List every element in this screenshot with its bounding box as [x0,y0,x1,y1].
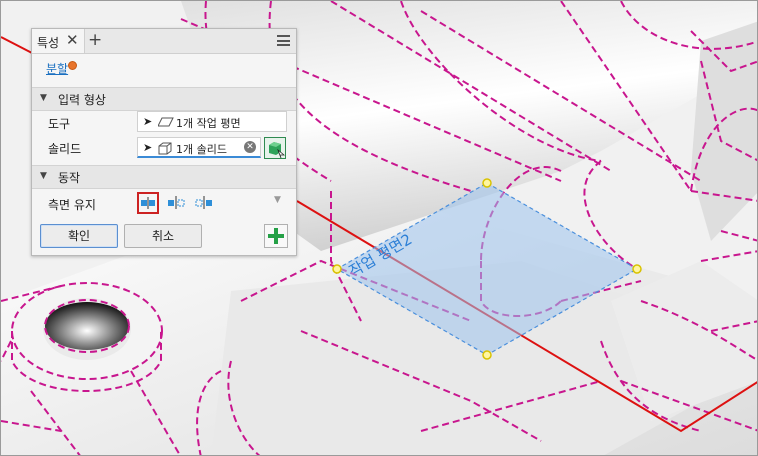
clear-selection-icon[interactable]: ✕ [244,141,256,153]
cancel-button[interactable]: 취소 [124,224,202,248]
solid-label: 솔리드 [48,142,82,156]
solid-body-icon [158,142,172,155]
keep-left-side-button[interactable] [166,192,188,214]
keep-both-sides-icon [141,197,155,209]
tab-label: 특성 [37,36,60,50]
close-icon[interactable]: ✕ [66,31,79,49]
collapse-caret-icon[interactable]: ▼ [40,171,47,181]
plane-handle-left[interactable] [332,264,342,274]
side-keep-label: 측면 유지 [48,198,96,212]
plus-icon [268,228,284,244]
plane-handle-top[interactable] [482,178,492,188]
keep-left-side-icon [168,196,185,209]
dropdown-arrow-icon[interactable]: ▼ [274,195,281,205]
hole-face[interactable] [45,302,129,350]
select-cursor-icon: ➤ [143,141,153,154]
tool-value: 1개 작업 평면 [176,117,241,130]
panel-tab-bar: 특성 ✕ + [32,29,296,54]
section-behavior[interactable]: ▼ 동작 [32,165,296,189]
select-cursor-icon: ➤ [143,115,153,128]
ok-button[interactable]: 확인 [40,224,118,248]
section-title: 입력 형상 [58,93,106,107]
keep-right-side-button[interactable] [194,192,216,214]
green-cube-icon [269,142,286,159]
status-dot-icon [68,61,77,70]
properties-panel: 특성 ✕ + 분할 ▼ 입력 형상 도구 ➤ 1개 작업 평면 솔리드 ➤ 1개… [31,28,297,256]
tool-field[interactable]: ➤ 1개 작업 평면 [137,111,287,132]
keep-both-sides-button[interactable] [137,192,159,214]
command-name-link[interactable]: 분할 [46,60,68,77]
plane-handle-right[interactable] [632,264,642,274]
section-input-geometry[interactable]: ▼ 입력 형상 [32,87,296,111]
hamburger-menu-icon[interactable] [277,35,290,46]
plane-handle-bottom[interactable] [482,350,492,360]
apply-add-button[interactable] [264,224,288,248]
collapse-caret-icon[interactable]: ▼ [40,93,47,103]
add-tab-icon[interactable]: + [88,30,102,50]
tab-properties[interactable]: 특성 ✕ [32,29,85,53]
section-title: 동작 [58,171,81,185]
work-plane-icon [158,117,174,127]
solid-value: 1개 솔리드 [176,143,227,156]
tool-label: 도구 [48,117,71,131]
keep-right-side-icon [195,196,212,209]
select-solid-button[interactable] [264,137,286,159]
solid-field[interactable]: ➤ 1개 솔리드 ✕ [137,137,261,158]
